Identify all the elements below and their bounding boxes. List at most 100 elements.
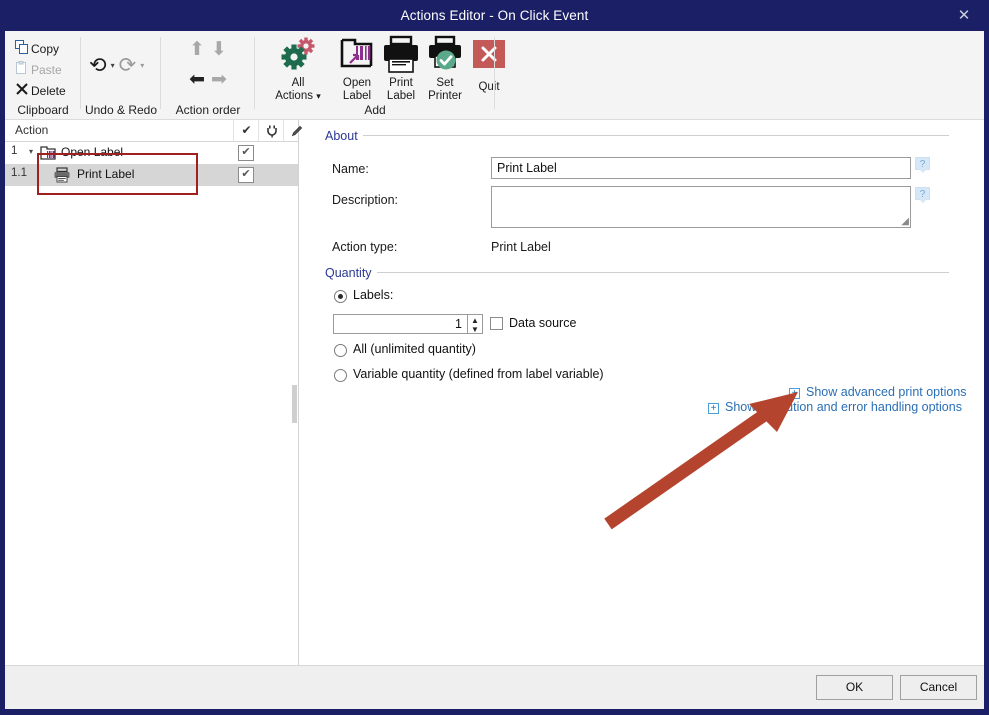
undo-arrow-icon[interactable]: ⟲ — [89, 53, 107, 77]
row-enabled-checkbox[interactable]: ✔ — [238, 145, 254, 161]
all-unlimited-radio[interactable] — [334, 344, 347, 357]
tree-row-label: Open Label — [61, 145, 123, 159]
stepper-up-icon[interactable]: ▲ — [468, 315, 482, 325]
name-input[interactable] — [491, 157, 911, 179]
redo-dropdown-caret-icon[interactable]: ▾ — [140, 61, 144, 70]
description-help-icon[interactable]: ? — [915, 187, 930, 200]
open-label-line2: Label — [335, 90, 379, 103]
open-label-icon — [335, 35, 379, 75]
set-printer-icon — [423, 35, 467, 75]
ribbon-toolbar: Copy Paste Delete Clipboard — [5, 31, 984, 120]
data-source-checkbox[interactable] — [490, 317, 503, 330]
ok-button[interactable]: OK — [816, 675, 893, 700]
actions-editor-window: Actions Editor - On Click Event ✕ Copy — [0, 0, 989, 715]
delete-icon — [13, 82, 31, 102]
print-label-line2: Label — [379, 90, 423, 103]
undo-dropdown-caret-icon[interactable]: ▾ — [111, 61, 115, 70]
variable-quantity-label: Variable quantity (defined from label va… — [353, 367, 604, 381]
stepper-down-icon[interactable]: ▼ — [468, 325, 482, 334]
open-label-button[interactable]: Open Label — [335, 35, 379, 103]
redo-arrow-icon[interactable]: ⟳ — [119, 53, 137, 77]
quit-button[interactable]: Quit — [467, 35, 511, 94]
tree-header: Action ✔ — [5, 120, 298, 142]
execution-error-options-expander-icon[interactable]: + — [708, 403, 719, 414]
action-type-value: Print Label — [491, 240, 551, 254]
tree-row-number: 1 — [11, 145, 17, 157]
ribbon-group-undo-redo: ⟲▾⟳▾ Undo & Redo — [81, 31, 161, 119]
tree-column-action: Action — [15, 123, 48, 137]
paste-icon — [13, 61, 31, 81]
action-order-group-label: Action order — [161, 103, 255, 117]
cancel-button[interactable]: Cancel — [900, 675, 977, 700]
paste-label: Paste — [31, 63, 62, 77]
gears-icon — [265, 35, 331, 75]
labels-radio[interactable] — [334, 290, 347, 303]
description-input[interactable]: ◢ — [491, 186, 911, 228]
description-label: Description: — [332, 193, 398, 207]
print-label-icon — [379, 35, 423, 75]
arrow-up-icon[interactable]: ⬆ — [189, 39, 205, 59]
actions-tree-pane: Action ✔ 1 ▾ — [5, 120, 299, 666]
table-row[interactable]: 1 ▾ Open Label ✔ — [5, 142, 298, 164]
section-divider — [377, 272, 949, 273]
undo-redo-group-label: Undo & Redo — [81, 103, 161, 117]
show-execution-error-options-link[interactable]: Show execution and error handling option… — [725, 400, 962, 414]
delete-label: Delete — [31, 84, 66, 98]
copy-icon — [13, 40, 31, 60]
group-divider — [494, 37, 495, 109]
action-type-label: Action type: — [332, 240, 397, 254]
set-printer-line1: Set — [423, 77, 467, 90]
advanced-print-options-expander-icon[interactable]: + — [789, 388, 800, 399]
add-group-label: Add — [255, 103, 495, 117]
print-label-small-icon — [53, 167, 71, 186]
expand-collapse-icon[interactable]: ▾ — [29, 147, 33, 156]
print-label-line1: Print — [379, 77, 423, 90]
connector-icon[interactable] — [258, 120, 284, 141]
ribbon-group-action-order: ⬆ ⬇ ⬅ ➡ Action order — [161, 31, 255, 119]
open-label-line1: Open — [335, 77, 379, 90]
quantity-stepper[interactable]: ▲ ▼ — [468, 314, 483, 334]
quantity-group-title: Quantity — [325, 266, 372, 280]
dialog-footer: OK Cancel — [5, 665, 984, 709]
window-title: Actions Editor - On Click Event — [0, 0, 989, 31]
arrow-left-icon[interactable]: ⬅ — [189, 69, 205, 89]
all-actions-label-line2: Actions — [275, 90, 313, 102]
pane-splitter[interactable] — [292, 385, 297, 423]
action-properties-pane: About Name: ? Description: ◢ ? Action ty… — [305, 120, 979, 666]
tree-row-number: 1.1 — [11, 167, 27, 179]
row-enabled-checkbox[interactable]: ✔ — [238, 167, 254, 183]
ribbon-group-add: All Actions ▾ — [255, 31, 495, 119]
name-help-icon[interactable]: ? — [915, 157, 930, 170]
labels-radio-label: Labels: — [353, 288, 393, 302]
arrow-right-icon[interactable]: ➡ — [211, 69, 227, 89]
quantity-input[interactable] — [333, 314, 468, 334]
open-label-small-icon — [40, 145, 56, 164]
resize-grip-icon[interactable]: ◢ — [901, 217, 909, 227]
show-advanced-print-options-link[interactable]: Show advanced print options — [806, 385, 967, 399]
all-actions-button[interactable]: All Actions ▾ — [265, 35, 331, 103]
table-row[interactable]: 1.1 Print Label ✔ — [5, 164, 298, 186]
quit-line1: Quit — [467, 81, 511, 94]
copy-button[interactable]: Copy — [13, 39, 59, 59]
section-divider — [363, 135, 949, 136]
variable-quantity-radio[interactable] — [334, 369, 347, 382]
all-actions-caret-icon: ▾ — [316, 91, 321, 101]
paste-button[interactable]: Paste — [13, 60, 62, 80]
arrow-down-icon[interactable]: ⬇ — [211, 39, 227, 59]
copy-label: Copy — [31, 42, 59, 56]
clipboard-group-label: Clipboard — [5, 103, 81, 117]
set-printer-line2: Printer — [423, 90, 467, 103]
delete-button[interactable]: Delete — [13, 81, 66, 101]
title-bar: Actions Editor - On Click Event ✕ — [0, 0, 989, 31]
quit-icon — [467, 35, 511, 79]
name-label: Name: — [332, 162, 369, 176]
check-icon[interactable]: ✔ — [233, 120, 259, 141]
print-label-button[interactable]: Print Label — [379, 35, 423, 103]
all-actions-label-line1: All — [265, 77, 331, 90]
close-icon[interactable]: ✕ — [947, 0, 981, 31]
data-source-label: Data source — [509, 316, 576, 330]
set-printer-button[interactable]: Set Printer — [423, 35, 467, 103]
tree-row-label: Print Label — [77, 167, 134, 181]
ribbon-group-clipboard: Copy Paste Delete Clipboard — [5, 31, 81, 119]
all-unlimited-label: All (unlimited quantity) — [353, 342, 476, 356]
